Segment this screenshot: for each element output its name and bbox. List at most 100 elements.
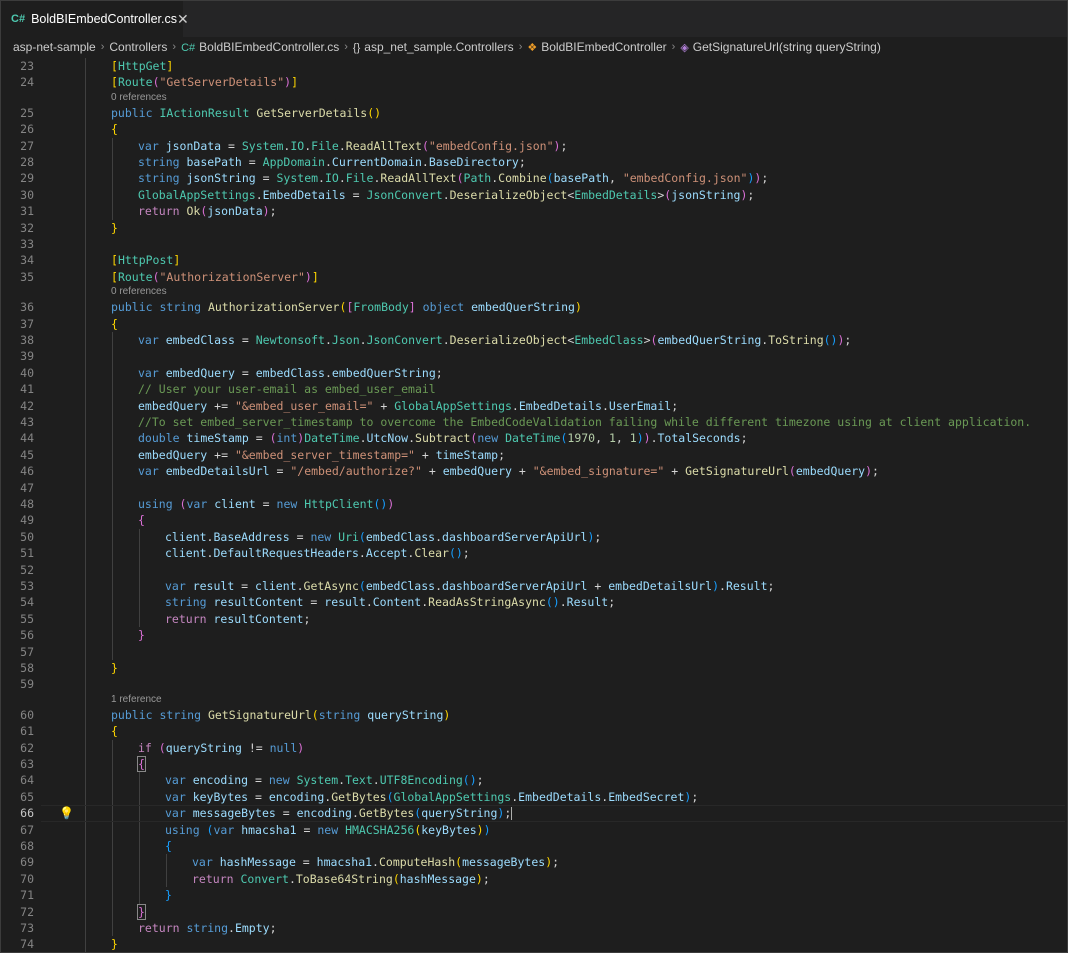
code-token: ( bbox=[421, 138, 429, 153]
code-line: 64 var encoding = new System.Text.UTF8Enc… bbox=[1, 772, 1067, 789]
code-text[interactable]: public IActionResult GetServerDetails() bbox=[111, 105, 381, 121]
code-token: client bbox=[255, 579, 297, 593]
code-text[interactable]: double timeStamp = (int)DateTime.UtcNow.… bbox=[138, 430, 748, 446]
indent-guide bbox=[85, 772, 86, 789]
breadcrumb-item[interactable]: C# BoldBIEmbedController.cs bbox=[181, 40, 339, 54]
breadcrumb-label: asp_net_sample.Controllers bbox=[364, 40, 514, 54]
code-text[interactable]: } bbox=[111, 220, 118, 236]
codelens-references[interactable]: 0 references bbox=[111, 285, 167, 299]
code-text[interactable]: { bbox=[138, 512, 145, 528]
code-token: EmbedDetails bbox=[262, 187, 346, 202]
code-text[interactable]: [Route("AuthorizationServer")] bbox=[111, 269, 319, 285]
code-text[interactable]: using (var hmacsha1 = new HMACSHA256(key… bbox=[165, 822, 491, 838]
codelens-references[interactable]: 0 references bbox=[111, 91, 167, 105]
tab-boldbiembedcontroller[interactable]: C# BoldBIEmbedController.cs ✕ bbox=[1, 1, 189, 37]
code-token: Json bbox=[331, 333, 360, 347]
code-text[interactable]: { bbox=[137, 756, 146, 772]
code-text[interactable]: [HttpGet] bbox=[111, 58, 173, 74]
code-token: } bbox=[111, 937, 118, 952]
text-cursor bbox=[511, 807, 513, 821]
code-text[interactable]: var embedDetailsUrl = "/embed/authorize?… bbox=[138, 463, 879, 479]
indent-guide bbox=[112, 137, 113, 154]
code-token: "&embed_server_timestamp=" bbox=[234, 447, 415, 462]
code-text[interactable]: var keyBytes = encoding.GetBytes(GlobalA… bbox=[165, 789, 698, 805]
codelens-references[interactable]: 1 reference bbox=[111, 693, 162, 707]
code-text[interactable]: } bbox=[111, 936, 118, 952]
code-text[interactable]: } bbox=[138, 627, 145, 643]
code-text[interactable]: var jsonData = System.IO.File.ReadAllTex… bbox=[138, 138, 567, 154]
code-text[interactable]: { bbox=[111, 316, 118, 332]
code-text[interactable]: var result = client.GetAsync(embedClass.… bbox=[165, 578, 774, 594]
code-text[interactable]: // User your user-email as embed_user_em… bbox=[138, 381, 436, 397]
code-token: result bbox=[324, 595, 366, 610]
code-token: client bbox=[165, 546, 207, 561]
code-text[interactable]: embedQuery += "&embed_user_email=" + Glo… bbox=[138, 398, 678, 414]
code-token: ] bbox=[311, 269, 319, 284]
code-text[interactable]: return string.Empty; bbox=[138, 920, 277, 936]
code-token: ; bbox=[594, 529, 602, 544]
code-text[interactable]: { bbox=[165, 838, 172, 854]
lightbulb-icon[interactable]: 💡 bbox=[59, 805, 74, 821]
code-text[interactable]: return resultContent; bbox=[165, 611, 310, 627]
code-text[interactable]: using (var client = new HttpClient()) bbox=[138, 496, 394, 512]
code-text[interactable]: var messageBytes = encoding.GetBytes(que… bbox=[165, 805, 513, 821]
indent-guide bbox=[85, 545, 86, 562]
indent-guide bbox=[139, 821, 140, 838]
code-text[interactable]: if (queryString != null) bbox=[138, 740, 304, 756]
indent-guide bbox=[85, 154, 86, 171]
code-line: 38 var embedClass = Newtonsoft.Json.JsonC… bbox=[1, 332, 1067, 349]
indent-guide bbox=[85, 414, 86, 431]
code-text[interactable]: client.BaseAddress = new Uri(embedClass.… bbox=[165, 529, 601, 545]
code-token: if bbox=[138, 740, 159, 755]
code-text[interactable]: [HttpPost] bbox=[111, 252, 180, 268]
indent-guide bbox=[85, 676, 86, 693]
code-text[interactable]: } bbox=[137, 903, 146, 920]
code-token: embedClass bbox=[365, 529, 436, 544]
code-token: . bbox=[318, 171, 325, 186]
code-text[interactable]: var hashMessage = hmacsha1.ComputeHash(m… bbox=[192, 854, 559, 870]
code-text[interactable]: [Route("GetServerDetails")] bbox=[111, 74, 298, 90]
code-token: != bbox=[241, 740, 270, 755]
code-token: = bbox=[255, 497, 277, 511]
code-token: Path bbox=[463, 171, 492, 186]
code-token: GlobalAppSettings bbox=[138, 187, 256, 202]
breadcrumb-item[interactable]: ◈ GetSignatureUrl(string queryString) bbox=[680, 40, 881, 54]
code-text[interactable]: GlobalAppSettings.EmbedDetails = JsonCon… bbox=[138, 187, 754, 203]
code-line: 41 // User your user-email as embed_user_… bbox=[1, 381, 1067, 398]
code-token: += bbox=[207, 447, 235, 462]
code-text[interactable]: { bbox=[111, 723, 118, 739]
code-text[interactable]: public string GetSignatureUrl(string que… bbox=[111, 707, 450, 723]
line-number: 71 bbox=[20, 888, 34, 903]
code-text[interactable]: client.DefaultRequestHeaders.Accept.Clea… bbox=[165, 545, 470, 561]
code-token: ; bbox=[761, 171, 769, 186]
code-text[interactable]: var encoding = new System.Text.UTF8Encod… bbox=[165, 772, 484, 788]
indent-guide bbox=[85, 381, 86, 398]
code-token: , bbox=[615, 431, 630, 446]
code-text[interactable]: return Convert.ToBase64String(hashMessag… bbox=[192, 871, 490, 887]
code-token: DeserializeObject bbox=[449, 187, 568, 202]
code-text[interactable]: return Ok(jsonData); bbox=[138, 203, 277, 219]
code-token: ) bbox=[262, 204, 270, 219]
close-icon[interactable]: ✕ bbox=[177, 11, 189, 28]
breadcrumb-item[interactable]: {} asp_net_sample.Controllers bbox=[353, 40, 514, 54]
code-text[interactable]: //To set embed_server_timestamp to overc… bbox=[138, 414, 1031, 430]
line-number: 38 bbox=[20, 333, 34, 347]
code-text[interactable]: var embedClass = Newtonsoft.Json.JsonCon… bbox=[138, 332, 851, 348]
code-text[interactable]: string basePath = AppDomain.CurrentDomai… bbox=[138, 154, 526, 170]
code-text[interactable]: public string AuthorizationServer([FromB… bbox=[111, 299, 582, 315]
code-token: ) bbox=[475, 871, 483, 886]
code-line: 54 string resultContent = result.Content.… bbox=[1, 594, 1067, 611]
code-text[interactable]: } bbox=[165, 887, 172, 903]
code-text[interactable]: embedQuery += "&embed_server_timestamp="… bbox=[138, 447, 505, 463]
code-text[interactable]: var embedQuery = embedClass.embedQuerStr… bbox=[138, 365, 443, 381]
breadcrumb-item[interactable]: ❖ BoldBIEmbedController bbox=[527, 40, 666, 54]
breadcrumb-item[interactable]: asp-net-sample bbox=[13, 40, 96, 54]
code-text[interactable]: string jsonString = System.IO.File.ReadA… bbox=[138, 170, 768, 186]
code-text[interactable]: { bbox=[111, 121, 118, 137]
code-text[interactable]: } bbox=[111, 660, 118, 676]
line-number: 39 bbox=[20, 349, 34, 364]
breadcrumb-item[interactable]: Controllers bbox=[109, 40, 167, 54]
code-text[interactable]: string resultContent = result.Content.Re… bbox=[165, 594, 615, 610]
code-editor[interactable]: 23 [HttpGet] 24 [Route("GetServerDetails")]… bbox=[1, 58, 1067, 952]
indent-guide bbox=[112, 772, 113, 789]
